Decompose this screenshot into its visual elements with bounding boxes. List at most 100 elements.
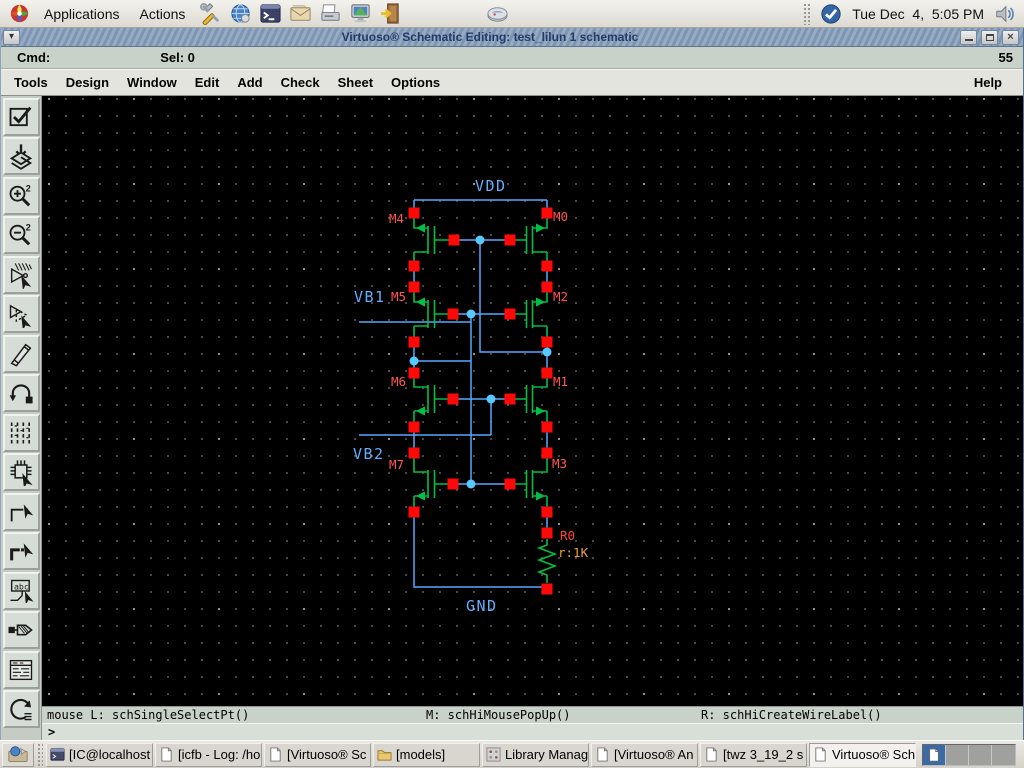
pin-button[interactable] xyxy=(2,611,40,649)
net-label-vdd[interactable]: VDD xyxy=(475,177,507,195)
transistor-m5 xyxy=(413,292,448,337)
net-label-vb1[interactable]: VB1 xyxy=(354,288,386,306)
menu-help[interactable]: Help xyxy=(965,75,1011,90)
label-m3[interactable]: M3 xyxy=(552,456,567,471)
scanner-applet-icon[interactable] xyxy=(485,2,509,26)
stretch-button[interactable] xyxy=(2,255,40,294)
actions-menu[interactable]: Actions xyxy=(130,6,196,22)
net-label-gnd[interactable]: GND xyxy=(466,597,498,615)
cmd-options-button[interactable] xyxy=(2,650,40,689)
close-button[interactable]: × xyxy=(1002,29,1019,45)
zoom-in-2x-button[interactable]: 2 xyxy=(2,176,40,215)
delete-button[interactable] xyxy=(2,334,40,373)
label-m1[interactable]: M1 xyxy=(553,374,568,389)
net-label-vb2[interactable]: VB2 xyxy=(353,445,385,463)
undo-button[interactable] xyxy=(2,374,40,412)
task-button-library-manager[interactable]: Library Manag xyxy=(482,742,589,767)
schematic-canvas[interactable]: VDD GND VB1 VB2 M4 M0 M5 M2 M6 M1 M7 M3 … xyxy=(42,96,1023,706)
update-notifier-icon[interactable] xyxy=(819,2,843,26)
redhat-menu-icon[interactable] xyxy=(7,2,31,26)
label-m7[interactable]: M7 xyxy=(389,457,404,472)
web-browser-icon[interactable] xyxy=(228,2,252,26)
instance-button[interactable] xyxy=(2,453,40,491)
gnome-panel: Applications Actions Tue Dec 4, 5:05 PM xyxy=(0,0,1024,28)
taskbar-drag-handle[interactable] xyxy=(37,742,43,767)
volume-icon[interactable] xyxy=(993,2,1017,26)
task-button-models[interactable]: [models] xyxy=(373,742,480,767)
wire-narrow-button[interactable] xyxy=(2,492,40,531)
clock[interactable]: Tue Dec 4, 5:05 PM xyxy=(852,6,984,22)
property-button[interactable] xyxy=(2,413,40,452)
label-m4[interactable]: M4 xyxy=(389,211,404,226)
menu-add[interactable]: Add xyxy=(228,75,271,90)
window-counter: 55 xyxy=(998,50,1013,65)
binding-left: mouse L: schSingleSelectPt() xyxy=(47,708,250,722)
command-prompt[interactable]: > xyxy=(42,723,1023,740)
transistor-m7 xyxy=(413,458,448,507)
menubar: Tools Design Window Edit Add Check Sheet… xyxy=(1,69,1023,96)
task-button-icfb-log[interactable]: [icfb - Log: /ho xyxy=(155,742,262,767)
workspace-2[interactable] xyxy=(946,744,969,765)
label-r0[interactable]: R0 xyxy=(560,528,575,543)
terminal-launcher-icon[interactable] xyxy=(258,2,282,26)
workspace-switcher xyxy=(922,743,1016,766)
selection-count: Sel: 0 xyxy=(160,50,195,65)
transistor-m2 xyxy=(513,292,548,337)
print-manager-icon[interactable] xyxy=(318,2,342,26)
transistor-symbols[interactable] xyxy=(413,218,558,583)
command-status-bar: Cmd: Sel: 0 55 xyxy=(1,47,1023,69)
task-button-virtuoso-an[interactable]: [Virtuoso® An xyxy=(591,742,698,767)
wire-label-button[interactable]: abc xyxy=(2,571,40,610)
maximize-button[interactable] xyxy=(981,29,998,45)
label-m2[interactable]: M2 xyxy=(553,289,568,304)
display-settings-icon[interactable] xyxy=(348,2,372,26)
menu-tools[interactable]: Tools xyxy=(5,75,57,90)
check-and-save-button[interactable] xyxy=(2,97,40,136)
email-icon[interactable] xyxy=(288,2,312,26)
task-button-twz[interactable]: [twz 3_19_2 s xyxy=(700,742,807,767)
svg-text:abc: abc xyxy=(14,581,29,591)
show-desktop-button[interactable] xyxy=(2,742,34,767)
workspace-3[interactable] xyxy=(969,744,992,765)
transistor-m1 xyxy=(513,378,548,422)
transistor-m0 xyxy=(512,218,548,261)
window-titlebar[interactable]: ▾ Virtuoso® Schematic Editing: test_lilu… xyxy=(1,28,1023,47)
virtuoso-window: ▾ Virtuoso® Schematic Editing: test_lilu… xyxy=(0,28,1024,740)
zoom-out-2x-button[interactable]: 2 xyxy=(2,216,40,254)
wire-wide-button[interactable] xyxy=(2,532,40,570)
binding-right: R: schHiCreateWireLabel() xyxy=(701,708,882,722)
menu-options[interactable]: Options xyxy=(382,75,449,90)
transistor-m4 xyxy=(413,218,449,261)
label-m6[interactable]: M6 xyxy=(391,374,406,389)
task-button-virtuoso-sc[interactable]: [Virtuoso® Sc xyxy=(264,742,371,767)
menu-sheet[interactable]: Sheet xyxy=(329,75,382,90)
taskbar: [IC@localhost [icfb - Log: /ho [Virtuoso… xyxy=(0,740,1024,768)
label-m0[interactable]: M0 xyxy=(553,209,568,224)
svg-text:2: 2 xyxy=(26,222,31,232)
panel-tray: Tue Dec 4, 5:05 PM xyxy=(797,2,1020,26)
task-button-virtuoso-sch-active[interactable]: Virtuoso® Sch xyxy=(809,742,916,767)
desktop: Applications Actions Tue Dec 4, 5:05 PM … xyxy=(0,0,1024,768)
workspace-1[interactable] xyxy=(923,744,946,765)
label-m5[interactable]: M5 xyxy=(391,289,406,304)
repeat-button[interactable] xyxy=(2,690,40,728)
cmd-label: Cmd: xyxy=(17,50,51,65)
system-tools-icon[interactable] xyxy=(198,2,222,26)
minimize-button[interactable] xyxy=(960,29,977,45)
applications-menu[interactable]: Applications xyxy=(34,6,130,22)
logout-icon[interactable] xyxy=(378,2,402,26)
window-menu-button[interactable]: ▾ xyxy=(3,29,20,45)
binding-middle: M: schHiMousePopUp() xyxy=(426,708,571,722)
workspace-4[interactable] xyxy=(992,744,1015,765)
tray-drag-handle[interactable] xyxy=(803,2,811,25)
save-button[interactable] xyxy=(2,137,40,175)
resistor-r0 xyxy=(536,539,558,583)
task-button-ic-localhost[interactable]: [IC@localhost xyxy=(46,742,153,767)
label-r0-value[interactable]: r:1K xyxy=(558,545,589,560)
menu-window[interactable]: Window xyxy=(118,75,186,90)
menu-check[interactable]: Check xyxy=(272,75,329,90)
menu-design[interactable]: Design xyxy=(57,75,118,90)
copy-button[interactable] xyxy=(2,295,40,333)
menu-edit[interactable]: Edit xyxy=(186,75,229,90)
transistor-m6 xyxy=(413,378,448,422)
